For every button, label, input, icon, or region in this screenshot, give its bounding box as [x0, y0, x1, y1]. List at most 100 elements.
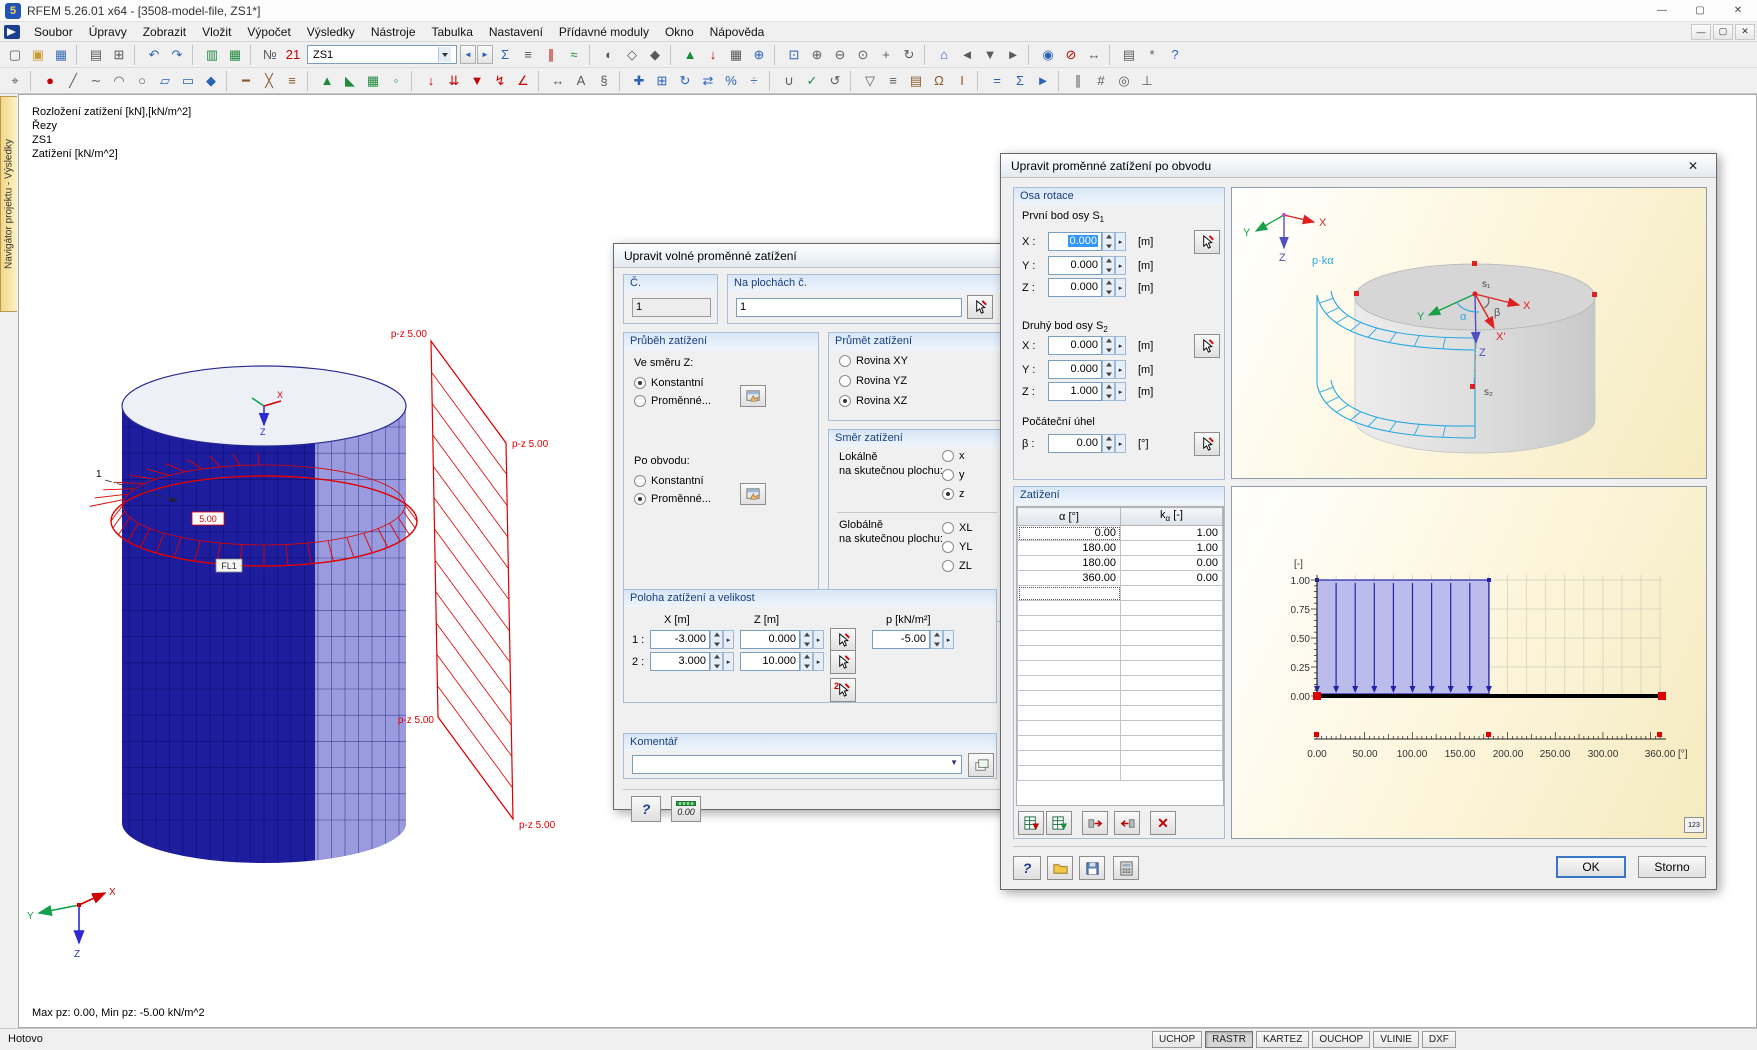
copy-icon[interactable]: ⊞ [108, 44, 130, 66]
view-y-icon[interactable]: ▼ [979, 44, 1001, 66]
edit-z-function-button[interactable] [740, 385, 766, 407]
radio-plane-xz[interactable]: Rovina XZ [839, 395, 907, 407]
z2-popup-arrow[interactable]: ▸ [813, 652, 824, 671]
radio-global-xl[interactable]: XL [942, 522, 972, 534]
status-toggle[interactable]: DXF [1421, 1031, 1456, 1048]
nodal-load-icon[interactable]: ↓ [420, 70, 442, 92]
x2-popup-arrow[interactable]: ▸ [723, 652, 734, 671]
view-x-icon[interactable]: ◄ [956, 44, 978, 66]
load-number-field[interactable]: 1 [632, 298, 711, 317]
nodal-support-icon[interactable]: ▲ [316, 70, 338, 92]
p1-z-popup-arrow[interactable]: ▸ [1115, 278, 1126, 297]
cancel-button[interactable]: Storno [1638, 856, 1706, 878]
zoom-in-icon[interactable]: ⊕ [806, 44, 828, 66]
view-z-icon[interactable]: ► [1002, 44, 1024, 66]
comment-combobox[interactable]: ▼ [632, 755, 962, 774]
shadow-render-icon[interactable]: ◆ [644, 44, 666, 66]
zoom-window-icon[interactable]: ⊡ [783, 44, 805, 66]
chevron-down-icon[interactable] [438, 47, 451, 62]
text-comment-icon[interactable]: A [570, 70, 592, 92]
delete-all-button[interactable]: ✕ [1150, 811, 1176, 835]
beta-field[interactable]: 0.00 [1048, 434, 1102, 453]
p2-z-popup-arrow[interactable]: ▸ [1115, 382, 1126, 401]
member-icon[interactable]: ━ [235, 70, 257, 92]
truss-icon[interactable]: ╳ [258, 70, 280, 92]
p1-y-spinner[interactable] [1102, 256, 1115, 275]
show-mesh-icon[interactable]: ▦ [725, 44, 747, 66]
radio-local-x[interactable]: x [942, 450, 965, 462]
smooth-ranges-icon[interactable]: ≈ [563, 44, 585, 66]
menu-item[interactable]: Úpravy [81, 23, 135, 41]
polyline-icon[interactable]: ∼ [85, 70, 107, 92]
chevron-down-icon[interactable]: ▼ [950, 758, 958, 767]
menu-item[interactable]: Přídavné moduly [551, 23, 657, 41]
radio-local-y[interactable]: y [942, 469, 965, 481]
point2-picker-button[interactable] [830, 650, 856, 674]
z1-popup-arrow[interactable]: ▸ [813, 630, 824, 649]
clipping-icon[interactable]: ⊘ [1060, 44, 1082, 66]
regenerate-icon[interactable]: ↺ [824, 70, 846, 92]
copy-object-icon[interactable]: ⊞ [651, 70, 673, 92]
radio-z-constant[interactable]: Konstantní [634, 377, 704, 389]
dialog1-titlebar[interactable]: Upravit volné proměnné zatížení [614, 244, 1032, 268]
radio-plane-xy[interactable]: Rovina XY [839, 355, 908, 367]
status-toggle[interactable]: UCHOP [1152, 1031, 1203, 1048]
p2-picker-button[interactable] [1194, 334, 1220, 358]
radio-global-yl[interactable]: YL [942, 541, 972, 553]
point1-picker-button[interactable] [830, 628, 856, 652]
help-button[interactable]: ? [1013, 856, 1041, 880]
sections-icon[interactable]: ∥ [540, 44, 562, 66]
calculator-button[interactable] [1113, 856, 1139, 880]
snap-icon[interactable]: ◎ [1113, 70, 1135, 92]
load-case-list-icon[interactable]: 21 [282, 44, 304, 66]
measure-icon[interactable]: ↔ [1083, 44, 1105, 66]
close-button[interactable]: ✕ [1719, 0, 1757, 21]
result-values-icon[interactable]: ≡ [517, 44, 539, 66]
surface-load-icon[interactable]: ▼ [466, 70, 488, 92]
cylinder-model[interactable]: X Z [121, 365, 407, 876]
menu-item[interactable]: Výsledky [299, 23, 363, 41]
p1-x-popup-arrow[interactable]: ▸ [1115, 232, 1126, 251]
divide-icon[interactable]: ÷ [743, 70, 765, 92]
menu-item[interactable]: Tabulka [424, 23, 481, 41]
mirror-icon[interactable]: ⇄ [697, 70, 719, 92]
p-popup-arrow[interactable]: ▸ [943, 630, 954, 649]
z1-spinner[interactable] [800, 630, 813, 649]
move-icon[interactable]: ✚ [628, 70, 650, 92]
scale-icon[interactable]: % [720, 70, 742, 92]
p1-x-spinner[interactable] [1102, 232, 1115, 251]
radio-local-z[interactable]: z [942, 488, 965, 500]
load-table-row[interactable]: 360.00 0.00 [1017, 570, 1223, 586]
surface-icon[interactable]: ▱ [154, 70, 176, 92]
status-toggle[interactable]: RASTR [1205, 1031, 1254, 1048]
p-spinner[interactable] [930, 630, 943, 649]
menu-item[interactable]: Nastavení [481, 23, 551, 41]
numbering-icon[interactable]: № [259, 44, 281, 66]
show-loads-icon[interactable]: ↓ [702, 44, 724, 66]
visibility-icon[interactable]: ◉ [1037, 44, 1059, 66]
x1-field[interactable]: -3.000 [650, 630, 710, 649]
p2-x-spinner[interactable] [1102, 336, 1115, 355]
menu-item[interactable]: Okno [657, 23, 702, 41]
help-icon[interactable]: ? [1164, 44, 1186, 66]
load-table-row[interactable]: 180.00 0.00 [1017, 555, 1223, 571]
arc-icon[interactable]: ◠ [108, 70, 130, 92]
ortho-icon[interactable]: ⊥ [1136, 70, 1158, 92]
imperfection-icon[interactable]: ∠ [512, 70, 534, 92]
node-icon[interactable]: ● [39, 70, 61, 92]
menu-item[interactable]: Výpočet [239, 23, 298, 41]
p2-z-spinner[interactable] [1102, 382, 1115, 401]
grid-icon[interactable]: # [1090, 70, 1112, 92]
guidelines-icon[interactable]: ∥ [1067, 70, 1089, 92]
solid-render-icon[interactable]: ◐ [598, 44, 620, 66]
load-table-row[interactable]: 0.00 1.00 [1017, 525, 1223, 541]
menu-item[interactable]: Nástroje [363, 23, 424, 41]
p2-z-field[interactable]: 1.000 [1048, 382, 1102, 401]
surface-support-icon[interactable]: ▦ [362, 70, 384, 92]
previous-load-case-button[interactable]: ◄ [460, 45, 476, 64]
p1-y-popup-arrow[interactable]: ▸ [1115, 256, 1126, 275]
free-load-icon[interactable]: ↯ [489, 70, 511, 92]
tables-icon[interactable]: ▦ [224, 44, 246, 66]
maximize-button[interactable]: ▢ [1681, 0, 1719, 21]
units-settings-button[interactable]: 0.00 [671, 796, 701, 822]
